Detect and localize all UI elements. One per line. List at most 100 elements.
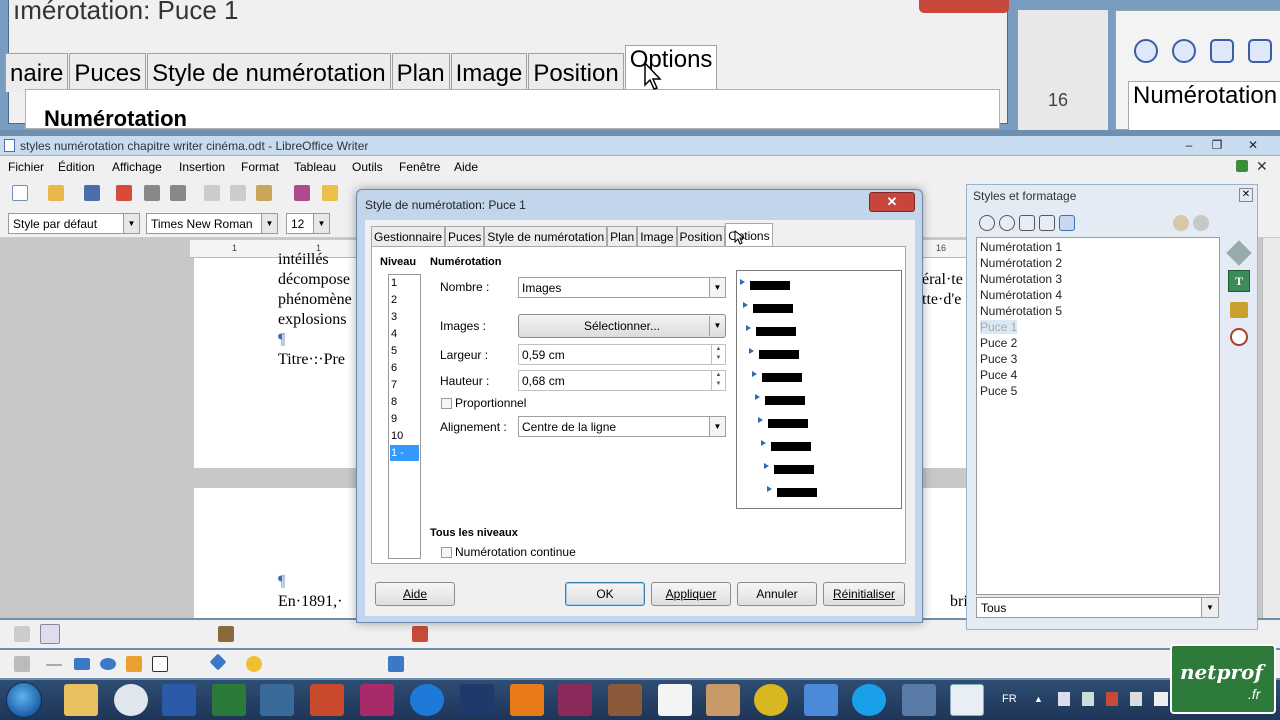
dialog-close-button[interactable]: ✕ (869, 192, 915, 212)
width-field[interactable]: 0,59 cm ▲ ▼ (518, 344, 726, 365)
skype-icon[interactable] (852, 684, 886, 716)
text-box-icon[interactable] (152, 656, 168, 672)
new-style-icon[interactable] (1193, 215, 1209, 231)
level-item[interactable]: 6 (390, 360, 419, 376)
maximize-button[interactable]: ❐ (1204, 137, 1230, 153)
paragraph-styles-icon[interactable] (979, 215, 995, 231)
paste-icon[interactable] (256, 185, 272, 201)
apply-button[interactable]: Appliquer (651, 582, 731, 606)
menu-aide[interactable]: Aide (454, 160, 478, 174)
update-icon[interactable] (1236, 160, 1248, 172)
word-icon[interactable] (162, 684, 196, 716)
style-item-selected[interactable]: Puce 1 (980, 320, 1018, 334)
chevron-down-icon[interactable]: ▼ (123, 213, 140, 234)
tab-image[interactable]: Image (637, 226, 677, 246)
chevron-down-icon[interactable]: ▼ (1201, 597, 1219, 618)
styles-filter-select[interactable]: Tous (976, 597, 1202, 618)
continuous-numbering-checkbox[interactable] (441, 547, 452, 558)
help-button[interactable]: Aide (375, 582, 455, 606)
network-icon[interactable] (1082, 692, 1094, 706)
undo-icon[interactable] (322, 185, 338, 201)
menu-tableau[interactable]: Tableau (294, 160, 336, 174)
tray-arrow-icon[interactable]: ▲ (1034, 694, 1043, 704)
publisher-icon[interactable] (260, 684, 294, 716)
save-icon[interactable] (84, 185, 100, 201)
excel-icon[interactable] (212, 684, 246, 716)
image-icon[interactable] (218, 626, 234, 642)
symbol-shapes-icon[interactable] (246, 656, 262, 672)
tab-options[interactable]: Options (725, 223, 773, 247)
spin-arrows-icon[interactable]: ▲ ▼ (711, 345, 725, 364)
clone-formatting-icon[interactable] (294, 185, 310, 201)
styles-deck-icon[interactable]: T (1228, 270, 1250, 292)
illustrator-icon[interactable] (510, 684, 544, 716)
print-icon[interactable] (144, 185, 160, 201)
language-indicator[interactable]: FR (1002, 693, 1017, 705)
alignment-select[interactable]: Centre de la ligne ▼ (518, 416, 726, 437)
windows-tray-icon[interactable] (1154, 692, 1168, 706)
powerpoint-icon[interactable] (310, 684, 344, 716)
level-item[interactable]: 10 (390, 428, 419, 444)
level-item[interactable]: 7 (390, 377, 419, 393)
window-close-button[interactable]: ✕ (1240, 137, 1266, 153)
level-item[interactable]: 9 (390, 411, 419, 427)
libreoffice-writer-icon[interactable] (950, 684, 984, 716)
style-item[interactable]: Numérotation 5 (980, 304, 1062, 318)
font-name-select[interactable]: Times New Roman (146, 213, 262, 234)
copy-icon[interactable] (230, 185, 246, 201)
style-item[interactable]: Numérotation 1 (980, 240, 1062, 254)
number-format-select[interactable]: Images ▼ (518, 277, 726, 298)
volume-icon[interactable] (1058, 692, 1070, 706)
level-item-selected[interactable]: 1 - 10 (390, 445, 419, 475)
network-app-icon[interactable] (902, 684, 936, 716)
tab-position[interactable]: Position (676, 226, 726, 246)
blank-document-icon[interactable] (658, 684, 692, 716)
freeform-icon[interactable] (126, 656, 142, 672)
proportional-checkbox[interactable] (441, 398, 452, 409)
level-item[interactable]: 1 (390, 275, 419, 291)
game-icon[interactable] (706, 684, 740, 716)
access-icon[interactable] (360, 684, 394, 716)
level-item[interactable]: 8 (390, 394, 419, 410)
cut-icon[interactable] (204, 185, 220, 201)
chevron-down-icon[interactable]: ▼ (709, 278, 725, 297)
print-preview-icon[interactable] (170, 185, 186, 201)
menu-format[interactable]: Format (241, 160, 279, 174)
menu-fenetre[interactable]: Fenêtre (399, 160, 440, 174)
select-image-button[interactable]: Sélectionner... ▼ (518, 314, 726, 338)
menu-edition[interactable]: Édition (58, 160, 95, 174)
level-list[interactable]: 1 2 3 4 5 6 7 8 9 10 1 - 10 (388, 274, 421, 559)
select-pointer-icon[interactable] (14, 626, 30, 642)
open-icon[interactable] (48, 185, 64, 201)
chevron-down-icon[interactable]: ▼ (313, 213, 330, 234)
chrome-icon[interactable] (754, 684, 788, 716)
reset-button[interactable]: Réinitialiser (823, 582, 905, 606)
tab-gestionnaire[interactable]: Gestionnaire (371, 226, 446, 246)
page-styles-icon[interactable] (1039, 215, 1055, 231)
menu-affichage[interactable]: Affichage (112, 160, 162, 174)
tab-puces[interactable]: Puces (445, 226, 485, 246)
gallery-icon[interactable] (1230, 302, 1248, 318)
style-item[interactable]: Numérotation 3 (980, 272, 1062, 286)
ok-button[interactable]: OK (565, 582, 645, 606)
level-item[interactable]: 3 (390, 309, 419, 325)
document-close-button[interactable]: ✕ (1256, 158, 1268, 175)
style-item[interactable]: Puce 5 (980, 384, 1017, 398)
style-item[interactable]: Numérotation 2 (980, 256, 1062, 270)
start-button[interactable] (6, 682, 42, 718)
style-item[interactable]: Puce 4 (980, 368, 1017, 382)
menu-insertion[interactable]: Insertion (179, 160, 225, 174)
styles-list[interactable]: Numérotation 1 Numérotation 2 Numérotati… (976, 237, 1220, 595)
magnet-icon[interactable] (412, 626, 428, 642)
styles-panel-close-button[interactable]: ✕ (1239, 188, 1253, 202)
photoshop-icon[interactable] (460, 684, 494, 716)
media-app-icon[interactable] (608, 684, 642, 716)
battery-icon[interactable] (1130, 692, 1142, 706)
properties-icon[interactable] (1226, 240, 1252, 266)
chevron-down-icon[interactable]: ▼ (261, 213, 278, 234)
character-styles-icon[interactable] (999, 215, 1015, 231)
frame-styles-icon[interactable] (1019, 215, 1035, 231)
flag-icon[interactable] (1106, 692, 1118, 706)
select-text-icon[interactable] (40, 624, 60, 644)
window-titlebar[interactable]: styles numérotation chapitre writer ciné… (0, 136, 1280, 156)
